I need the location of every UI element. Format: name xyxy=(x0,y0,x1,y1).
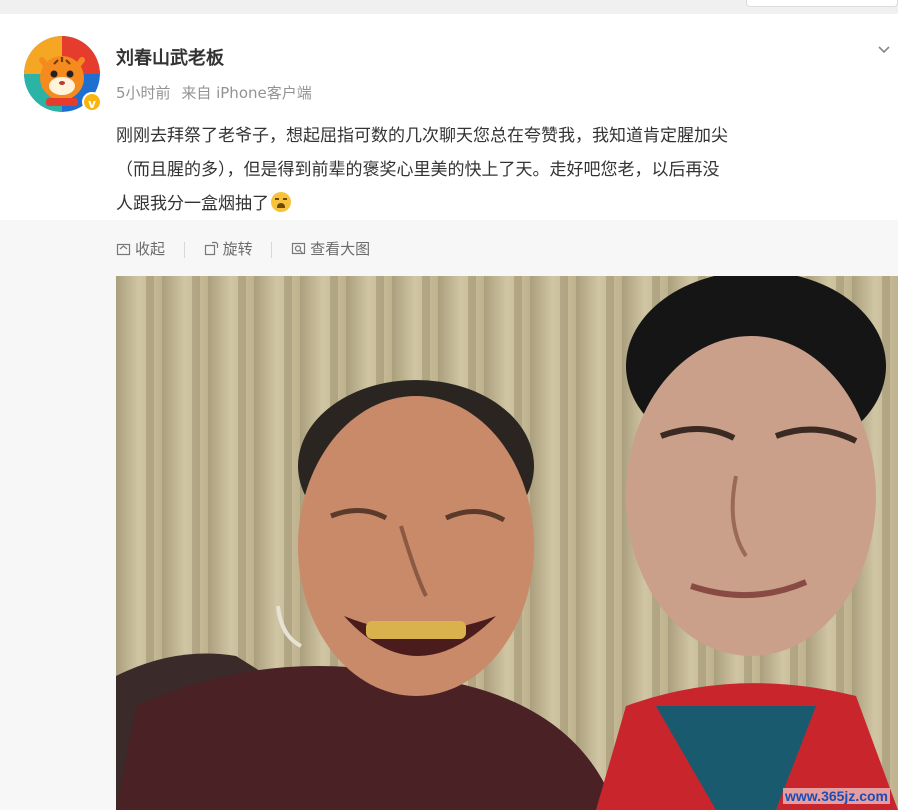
weibo-post-card: v 刘春山武老板 5小时前 来自 iPhone客户端 刚刚去拜祭了老爷子，想起屈… xyxy=(0,14,898,810)
toolbar-divider xyxy=(183,242,185,258)
author-name[interactable]: 刘春山武老板 xyxy=(116,44,224,70)
rotate-label: 旋转 xyxy=(222,240,253,258)
post-photo-graphic xyxy=(116,276,898,810)
media-area: 收起 旋转 查看大图 www.365jz.com xyxy=(0,220,898,810)
post-text: 刚刚去拜祭了老爷子，想起屈指可数的几次聊天您总在夸赞我，我知道肯定腥加尖 （而且… xyxy=(116,119,898,221)
post-text-line-last: 人跟我分一盒烟抽了 xyxy=(116,187,898,221)
view-large-label: 查看大图 xyxy=(310,240,371,258)
collapse-button[interactable]: 收起 xyxy=(116,238,165,259)
top-tab-edge xyxy=(746,0,898,7)
rotate-button[interactable]: 旋转 xyxy=(204,238,253,259)
post-time[interactable]: 5小时前 xyxy=(116,84,171,102)
post-text-line: （而且腥的多），但是得到前辈的褒奖心里美的快上了天。走好吧您老，以后再没 xyxy=(116,160,720,180)
image-toolbar: 收起 旋转 查看大图 xyxy=(116,238,370,260)
watermark: www.365jz.com xyxy=(783,788,890,804)
top-strip xyxy=(0,0,898,12)
post-text-line: 人跟我分一盒烟抽了 xyxy=(116,194,269,214)
rotate-icon xyxy=(204,241,218,256)
post-meta: 5小时前 来自 iPhone客户端 xyxy=(116,82,312,103)
view-large-button[interactable]: 查看大图 xyxy=(291,238,370,259)
collapse-label: 收起 xyxy=(135,240,166,258)
view-large-icon xyxy=(292,242,306,255)
crying-face-emoji-icon xyxy=(271,192,291,212)
toolbar-divider xyxy=(271,242,273,258)
chevron-down-icon[interactable] xyxy=(876,42,892,58)
post-source: 来自 iPhone客户端 xyxy=(181,84,312,102)
verified-badge-icon: v xyxy=(82,92,102,112)
post-photo[interactable]: www.365jz.com xyxy=(116,276,898,810)
post-text-line: 刚刚去拜祭了老爷子，想起屈指可数的几次聊天您总在夸赞我，我知道肯定腥加尖 xyxy=(116,126,728,146)
collapse-icon xyxy=(116,243,131,256)
